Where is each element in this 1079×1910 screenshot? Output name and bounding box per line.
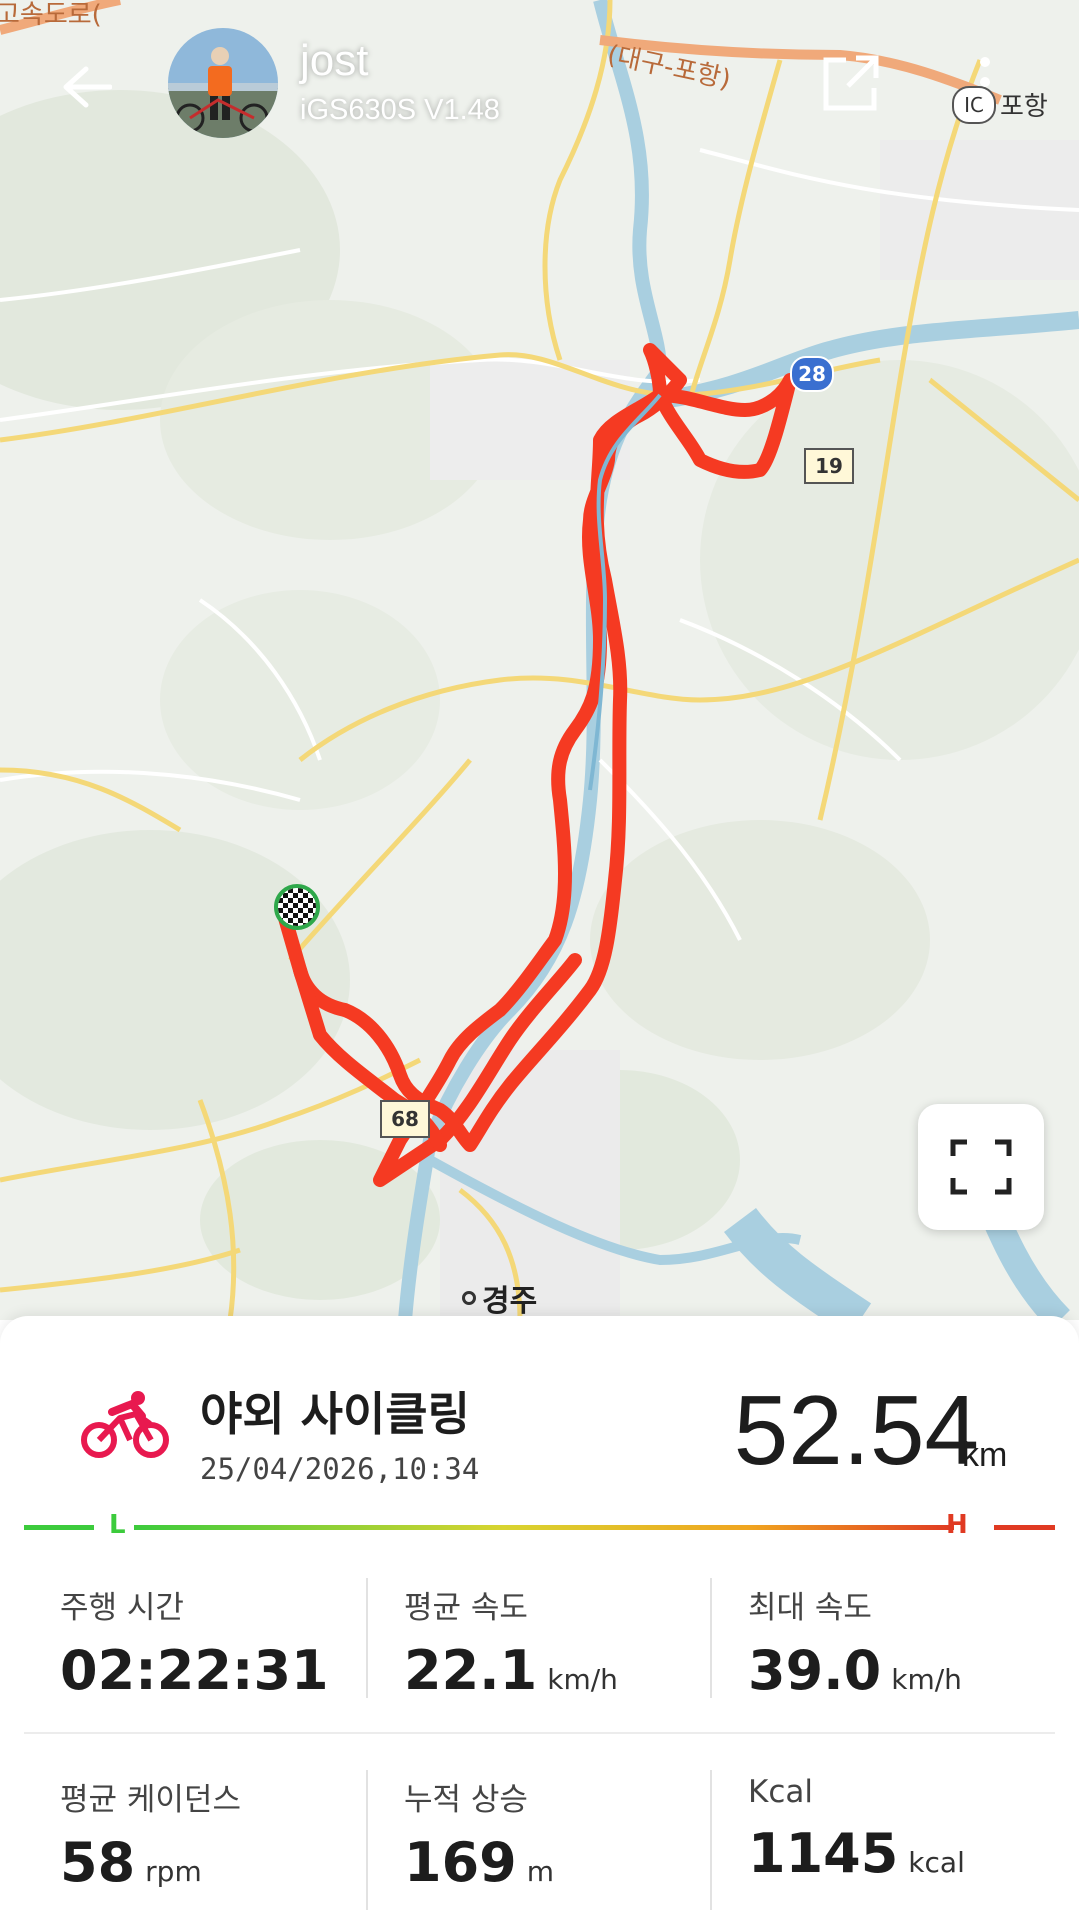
stat-label: Kcal [748, 1774, 813, 1810]
fullscreen-icon [950, 1139, 1012, 1195]
stat-value: 39.0 [748, 1639, 882, 1702]
fullscreen-button[interactable] [918, 1104, 1044, 1230]
top-bar: jost iGS630S V1.48 [0, 0, 1079, 200]
city-dot-icon [462, 1291, 476, 1305]
checkered-flag-icon[interactable] [274, 884, 320, 930]
stat-unit: km/h [891, 1663, 962, 1696]
route-19-badge: 19 [804, 448, 854, 484]
stat-avg-speed: 평균 속도 22.1 km/h [404, 1582, 704, 1702]
stat-avg-cadence: 평균 케이던스 58 rpm [60, 1774, 360, 1894]
stat-label: 주행 시간 [60, 1590, 184, 1626]
stat-value: 58 [60, 1831, 136, 1894]
divider [366, 1578, 368, 1698]
divider [710, 1578, 712, 1698]
activity-datetime: 25/04/2026,10:34 [200, 1452, 480, 1486]
route-68-badge: 68 [380, 1100, 430, 1138]
device-name: iGS630S V1.48 [300, 94, 500, 126]
city-name: 경주 [482, 1284, 538, 1319]
stat-label: 평균 속도 [404, 1590, 528, 1626]
distance-value: 52.54 [733, 1375, 979, 1485]
stat-value: 1145 [748, 1822, 899, 1885]
more-vertical-icon [980, 57, 990, 107]
gauge-low-label: L [109, 1510, 126, 1540]
stat-ride-time: 주행 시간 02:22:31 [60, 1582, 360, 1702]
stat-unit: rpm [145, 1855, 202, 1888]
more-button[interactable] [970, 52, 1000, 118]
bicycle-icon [80, 1390, 170, 1460]
stat-label: 최대 속도 [748, 1590, 872, 1626]
avatar[interactable] [168, 28, 278, 138]
share-external-icon [823, 55, 879, 111]
stat-unit: km/h [547, 1663, 618, 1696]
stat-calories: Kcal 1145 kcal [748, 1774, 1048, 1885]
arrow-left-icon [63, 66, 112, 108]
distance-unit: km [962, 1436, 1008, 1474]
stat-elevation-gain: 누적 상승 169 m [404, 1774, 704, 1894]
stat-value: 169 [404, 1831, 517, 1894]
stat-unit: m [526, 1855, 555, 1888]
city-label-gyeongju: 경주 [462, 1276, 537, 1320]
route-map[interactable]: 고속도로( (대구-포항) IC 포항 28 19 68 경주 jost iGS… [0, 0, 1079, 1320]
activity-title: 야외 사이클링 [200, 1387, 470, 1441]
avatar-photo [168, 28, 278, 138]
route-28-badge: 28 [790, 356, 834, 392]
user-name[interactable]: jost [300, 36, 368, 86]
back-button[interactable] [52, 52, 122, 122]
share-button[interactable] [818, 50, 884, 116]
stat-label: 누적 상승 [404, 1782, 528, 1818]
divider [366, 1770, 368, 1910]
row-divider [24, 1732, 1055, 1734]
stat-value: 02:22:31 [60, 1639, 329, 1702]
gauge-high-label: H [946, 1510, 968, 1540]
stat-max-speed: 최대 속도 39.0 km/h [748, 1582, 1048, 1702]
divider [710, 1770, 712, 1910]
gauge-bar [24, 1525, 1055, 1530]
stat-unit: kcal [908, 1846, 965, 1879]
stat-label: 평균 케이던스 [60, 1782, 241, 1818]
stat-value: 22.1 [404, 1639, 538, 1702]
intensity-gauge: L H [24, 1510, 1055, 1542]
